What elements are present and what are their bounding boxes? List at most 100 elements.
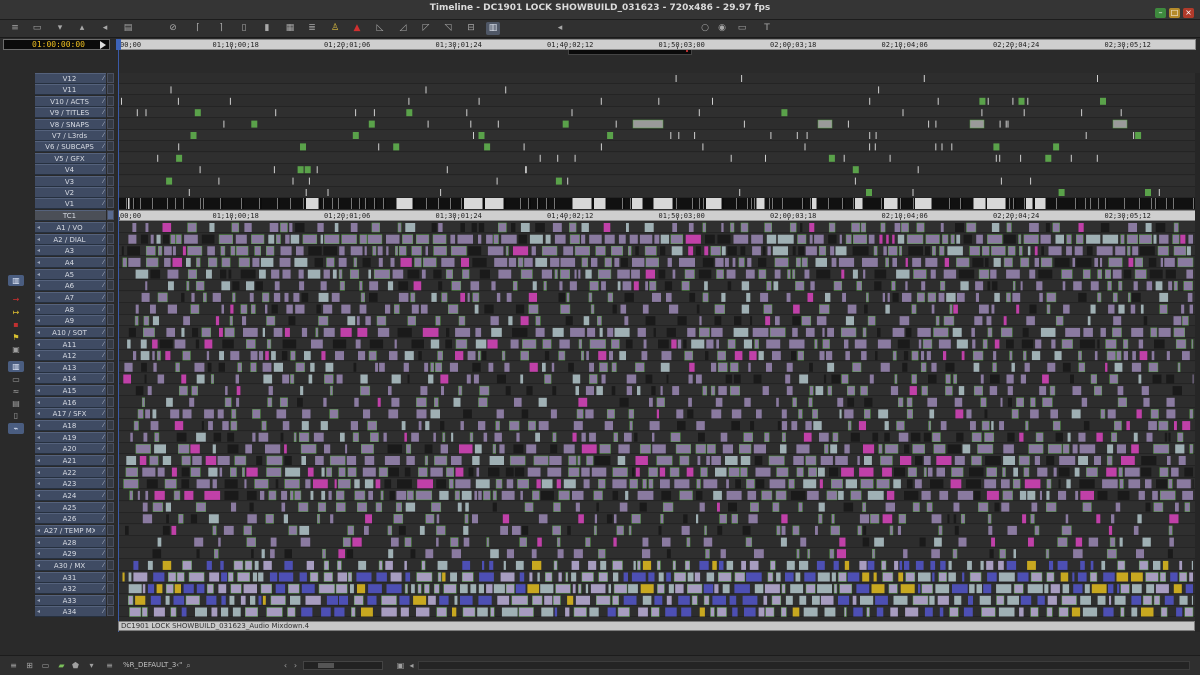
timeline-clip[interactable] [704,246,709,256]
timeline-clip[interactable] [355,339,361,349]
setting-name[interactable]: %R_DEFAULT_3‹" [123,660,182,671]
timeline-clip[interactable] [885,502,895,512]
timeline-clip[interactable] [839,583,853,594]
timeline-clip[interactable] [1000,177,1002,185]
timeline-clip[interactable] [631,269,640,279]
timeline-clip[interactable] [884,444,899,454]
timeline-clip[interactable] [785,374,791,384]
timeline-clip[interactable] [171,525,177,535]
timeline-clip[interactable] [742,595,758,605]
timeline-clip[interactable] [891,281,896,291]
timeline-clip[interactable] [195,281,205,291]
timeline-clip[interactable] [844,339,849,349]
timeline-clip[interactable] [805,421,812,431]
timeline-clip[interactable] [192,327,199,337]
timeline-clip[interactable] [331,292,340,302]
timeline-clip[interactable] [276,409,287,419]
timeline-clip[interactable] [133,351,137,361]
timeline-clip[interactable] [487,246,504,256]
timeline-clip[interactable] [840,327,857,338]
timeline-clip[interactable] [791,421,798,431]
timeline-clip[interactable] [128,584,142,594]
timeline-clip[interactable] [1157,246,1169,256]
timeline-clip[interactable] [666,595,672,605]
timeline-clip[interactable] [628,525,632,536]
timeline-clip[interactable] [743,432,753,442]
timeline-clip[interactable] [146,479,158,489]
timeline-clip[interactable] [135,269,149,279]
timeline-clip[interactable] [860,595,874,605]
timeline-clip[interactable] [1046,479,1052,489]
track-header-v2[interactable]: V2 ⁄ [35,187,106,198]
timeline-clip[interactable] [368,269,371,279]
timeline-clip[interactable] [156,350,161,361]
timeline-clip[interactable] [558,350,566,361]
timeline-clip[interactable] [418,421,422,431]
timeline-clip[interactable] [529,362,538,372]
timeline-clip[interactable] [905,257,908,267]
timeline-clip[interactable] [963,607,973,617]
timeline-clip[interactable] [1046,456,1055,465]
timeline-clip[interactable] [325,362,334,372]
timeline-clip[interactable] [569,234,580,244]
timeline-clip[interactable] [894,560,899,570]
timeline-clip[interactable] [720,549,726,559]
timeline-clip[interactable] [1152,490,1158,500]
timeline-clip[interactable] [1153,595,1161,606]
speaker-icon[interactable]: ◂ [98,22,112,35]
timeline-clip[interactable] [1011,362,1015,372]
timeline-clip[interactable] [845,234,852,244]
timeline-clip[interactable] [632,119,664,129]
timeline-clip[interactable] [940,223,944,232]
timeline-clip[interactable] [152,316,159,326]
timeline-clip[interactable] [793,456,804,465]
timeline-clip[interactable] [124,362,133,372]
arrow-up-icon[interactable]: ▴ [75,22,89,35]
timeline-clip[interactable] [905,572,916,582]
timeline-clip[interactable] [181,455,191,466]
timeline-clip[interactable] [170,86,172,94]
timeline-clip[interactable] [864,304,868,314]
timeline-clip[interactable] [785,595,793,605]
track-lock-icon[interactable]: ⁄ [103,120,104,130]
timeline-clip[interactable] [212,292,221,302]
timeline-clip[interactable] [790,584,804,594]
timeline-clip[interactable] [274,281,280,291]
timeline-clip[interactable] [173,490,181,501]
timeline-clip[interactable] [528,292,537,302]
timeline-clip[interactable] [1121,456,1135,465]
timeline-clip[interactable] [1117,490,1130,500]
timeline-clip[interactable] [418,351,422,361]
timeline-clip[interactable] [496,177,498,185]
timeline-clip[interactable] [463,537,470,547]
timeline-clip[interactable] [1173,584,1182,594]
timeline-clip[interactable] [697,456,701,465]
timeline-clip[interactable] [234,455,247,466]
timeline-clip[interactable] [318,583,335,594]
timeline-clip[interactable] [1021,339,1034,349]
timeline-clip[interactable] [632,257,645,267]
timeline-clip[interactable] [669,304,679,314]
timeline-clip[interactable] [652,432,655,442]
audio-channel-icon[interactable]: ◂ [37,538,40,548]
timeline-clip[interactable] [450,234,456,244]
timeline-clip[interactable] [1027,490,1036,500]
timeline-clip[interactable] [836,549,846,559]
timeline-clip[interactable] [340,327,352,337]
timeline-clip[interactable] [294,490,302,501]
track-header-a29[interactable]: ◂ A29 ⁄ [35,548,106,560]
timeline-clip[interactable] [721,223,724,232]
timeline-clip[interactable] [1045,154,1052,162]
timeline-clip[interactable] [681,525,690,535]
timeline-clip[interactable] [554,607,558,617]
timeline-clip[interactable] [786,560,795,570]
timeline-clip[interactable] [829,548,835,559]
timeline-clip[interactable] [145,246,156,256]
timeline-clip[interactable] [1034,456,1040,465]
timeline-clip[interactable] [446,467,454,477]
timeline-clip[interactable] [935,584,950,594]
timeline-clip[interactable] [847,385,856,396]
slip-icon[interactable]: ◹ [441,22,455,35]
timeline-clip[interactable] [688,223,694,232]
timeline-clip[interactable] [206,269,212,279]
